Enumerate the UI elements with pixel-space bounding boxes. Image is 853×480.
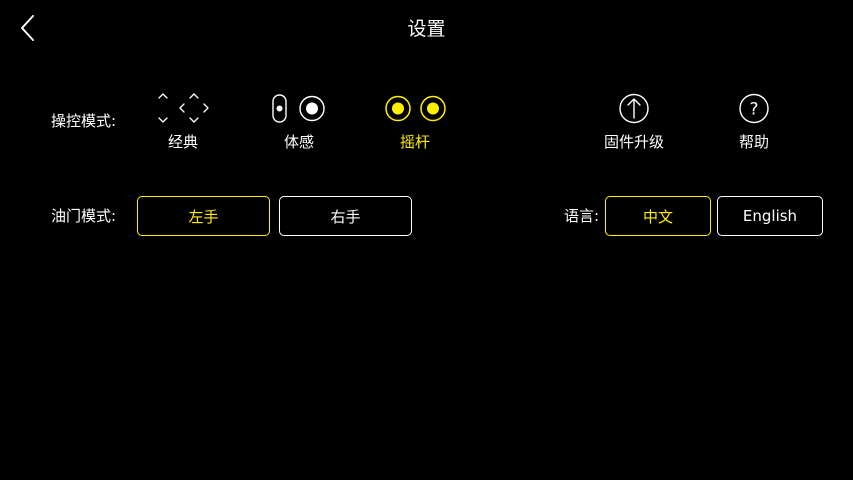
dpad-arrows-icon	[158, 93, 209, 123]
control-mode-classic[interactable]: 经典	[143, 92, 223, 158]
control-mode-joystick-label: 摇杆	[399, 133, 430, 151]
control-mode-motion[interactable]: 体感	[259, 92, 339, 158]
language-label: 语言:	[564, 207, 600, 225]
help-button[interactable]: ? 帮助	[714, 92, 794, 158]
control-mode-label: 操控模式:	[51, 112, 117, 130]
question-circle-icon: ?	[739, 93, 769, 124]
control-mode-motion-label: 体感	[283, 133, 314, 151]
firmware-upgrade-label: 固件升级	[603, 133, 664, 151]
firmware-upgrade-button[interactable]: 固件升级	[594, 92, 674, 158]
page-title: 设置	[407, 18, 446, 40]
help-label: 帮助	[738, 133, 769, 151]
joystick-dots-icon	[385, 95, 446, 122]
upload-arrow-icon	[619, 93, 649, 124]
control-mode-joystick[interactable]: 摇杆	[375, 92, 455, 158]
svg-text:?: ?	[749, 100, 758, 120]
throttle-mode-label: 油门模式:	[51, 207, 117, 225]
throttle-left-hand-button[interactable]: 左手	[137, 196, 270, 236]
language-chinese-button[interactable]: 中文	[605, 196, 711, 236]
language-english-button[interactable]: English	[717, 196, 823, 236]
throttle-right-hand-button[interactable]: 右手	[279, 196, 412, 236]
control-mode-classic-label: 经典	[167, 133, 198, 151]
motion-toggle-icon	[272, 94, 325, 123]
